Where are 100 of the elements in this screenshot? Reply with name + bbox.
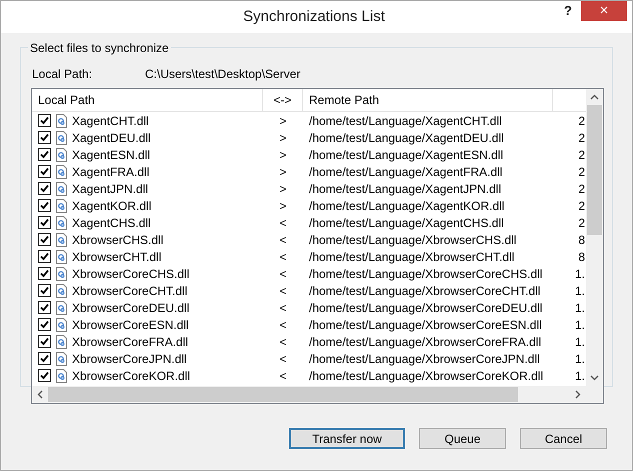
size-cell-text: 8 (577, 248, 586, 266)
checkbox[interactable] (38, 301, 51, 314)
size-cell-text: 2 (577, 130, 586, 146)
dll-file-icon (56, 148, 67, 162)
checkbox[interactable] (38, 318, 51, 331)
direction-cell-text: > (278, 198, 288, 214)
size-cell-text: 1. (574, 300, 586, 316)
direction-cell-text: < (278, 266, 288, 282)
column-header[interactable]: Local Path (32, 89, 263, 111)
direction-cell-text: < (278, 316, 288, 334)
direction-cell-text: < (278, 300, 288, 316)
direction-cell-text: > (278, 112, 288, 130)
remote-path-cell-text: /home/test/Language/XbrowserCoreKOR.dll (308, 368, 544, 384)
size-cell-text: 2 (577, 198, 586, 214)
local-file-name: XbrowserCoreFRA.dll (72, 334, 188, 350)
checkbox[interactable] (38, 233, 51, 246)
dll-file-icon (56, 284, 67, 298)
dll-file-icon (56, 266, 67, 280)
direction-cell-text: < (278, 248, 288, 266)
size-cell-text: 1. (574, 282, 586, 300)
dialog-button[interactable]: Queue (419, 428, 506, 449)
size-cell-text: 2 (577, 164, 586, 180)
dll-file-icon (56, 318, 67, 332)
remote-path-cell-text: /home/test/Language/XbrowserCHS.dll (308, 232, 518, 248)
local-file-name: XagentCHS.dll (72, 214, 151, 232)
dll-file-icon (56, 198, 67, 212)
direction-cell-text: > (278, 146, 288, 164)
dll-file-icon (56, 164, 67, 178)
local-file-name: XagentESN.dll (72, 146, 150, 164)
size-cell-text: 1. (574, 350, 586, 368)
checkbox[interactable] (38, 216, 51, 229)
dll-file-icon (56, 114, 67, 128)
column-header[interactable]: Remote Path (303, 89, 553, 111)
local-file-name: XbrowserCHS.dll (72, 232, 164, 248)
checkbox[interactable] (38, 352, 51, 365)
scroll-left-icon[interactable] (37, 390, 43, 399)
remote-path-cell-text: /home/test/Language/XbrowserCoreCHS.dll (308, 266, 544, 282)
local-file-name: XbrowserCHT.dll (72, 248, 162, 266)
remote-path-cell-text: /home/test/Language/XbrowserCoreESN.dll (308, 316, 543, 334)
window-title: Synchronizations List (242, 6, 386, 27)
size-cell-text: 1. (574, 334, 586, 350)
checkbox[interactable] (38, 131, 51, 144)
checkbox[interactable] (38, 114, 51, 127)
remote-path-cell-text: /home/test/Language/XbrowserCoreFRA.dll (308, 334, 542, 350)
remote-path-cell-text: /home/test/Language/XagentFRA.dll (308, 164, 504, 180)
remote-path-cell-text: /home/test/Language/XagentCHS.dll (308, 214, 505, 232)
horizontal-scrollbar[interactable] (32, 386, 603, 403)
direction-cell-text: < (278, 334, 288, 350)
scroll-up-icon[interactable] (590, 94, 599, 100)
close-button[interactable]: × (581, 1, 627, 21)
checkbox[interactable] (38, 148, 51, 161)
local-file-name: XagentKOR.dll (72, 198, 152, 214)
remote-path-cell-text: /home/test/Language/XagentKOR.dll (308, 198, 506, 214)
direction-cell-text: < (278, 282, 288, 300)
size-cell-text: 1. (574, 368, 586, 384)
checkbox[interactable] (38, 369, 51, 382)
size-cell-text: 2 (577, 180, 586, 198)
size-cell-text: 2 (577, 214, 586, 232)
remote-path-cell-text: /home/test/Language/XbrowserCHT.dll (308, 248, 516, 266)
help-button[interactable]: ? (555, 1, 581, 21)
local-path-label: Local Path: (32, 66, 94, 83)
local-file-name: XbrowserCoreDEU.dll (72, 300, 190, 316)
dll-file-icon (56, 182, 67, 196)
dll-file-icon (56, 232, 67, 246)
dll-file-icon (56, 368, 67, 382)
local-file-name: XagentDEU.dll (72, 130, 151, 146)
vertical-scrollbar[interactable] (586, 89, 603, 386)
checkbox[interactable] (38, 182, 51, 195)
checkbox[interactable] (38, 165, 51, 178)
dll-file-icon (56, 352, 67, 366)
dialog-button[interactable]: Transfer now (289, 428, 405, 449)
local-file-name: XbrowserCoreKOR.dll (72, 368, 190, 384)
direction-cell-text: > (278, 130, 288, 146)
checkbox[interactable] (38, 284, 51, 297)
local-file-name: XbrowserCoreJPN.dll (72, 350, 187, 368)
size-cell-text: 8 (577, 232, 586, 248)
local-file-name: XagentFRA.dll (72, 164, 150, 180)
size-cell-text: 1. (574, 316, 586, 334)
direction-cell-text: < (278, 350, 288, 368)
direction-cell-text: < (278, 232, 288, 248)
size-cell-text: 2 (577, 112, 586, 130)
direction-cell-text: < (278, 214, 288, 232)
checkbox[interactable] (38, 250, 51, 263)
size-cell-text: 2 (577, 146, 586, 164)
local-path-value: C:\Users\test\Desktop\Server (145, 66, 300, 83)
remote-path-cell-text: /home/test/Language/XagentCHT.dll (308, 112, 503, 130)
dll-file-icon (56, 250, 67, 264)
dialog-button[interactable]: Cancel (520, 428, 607, 449)
scroll-right-icon[interactable] (575, 390, 581, 399)
direction-cell-text: > (278, 164, 288, 180)
column-header[interactable]: <-> (263, 89, 303, 111)
local-file-name: XbrowserCoreESN.dll (72, 316, 189, 334)
dll-file-icon (56, 130, 67, 144)
remote-path-cell-text: /home/test/Language/XagentESN.dll (308, 146, 504, 164)
checkbox[interactable] (38, 335, 51, 348)
remote-path-cell-text: /home/test/Language/XbrowserCoreJPN.dll (308, 350, 541, 368)
checkbox[interactable] (38, 199, 51, 212)
checkbox[interactable] (38, 267, 51, 280)
scroll-down-icon[interactable] (590, 375, 599, 381)
remote-path-cell-text: /home/test/Language/XbrowserCoreDEU.dll (308, 300, 544, 316)
